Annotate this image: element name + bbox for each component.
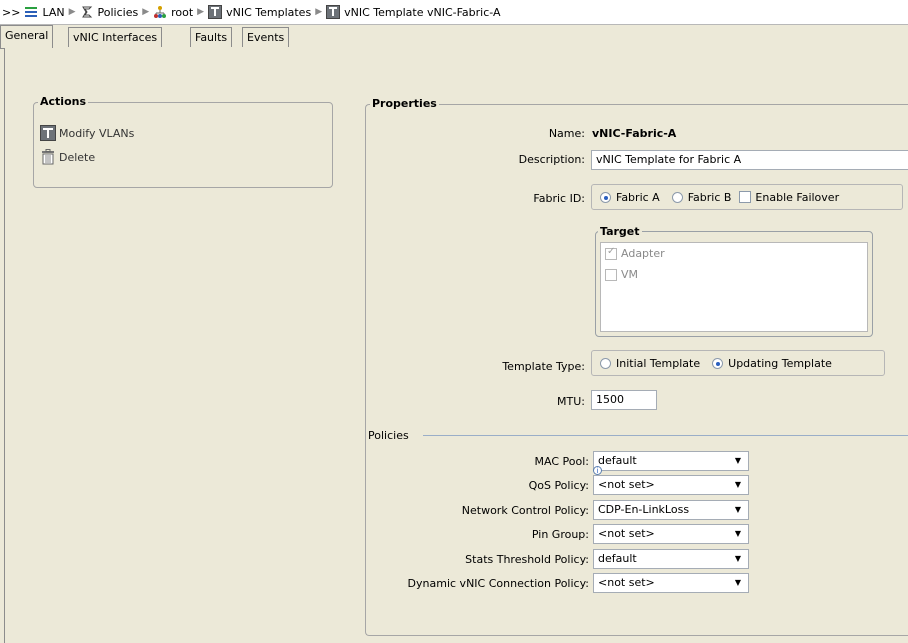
select-value: default — [598, 552, 637, 565]
actions-title: Actions — [38, 95, 88, 108]
tab-bar: General vNIC Interfaces Faults Events — [0, 25, 908, 49]
chevron-down-icon[interactable]: ▼ — [731, 576, 745, 590]
initial-template-radio[interactable] — [600, 357, 611, 369]
initial-template-label[interactable]: Initial Template — [616, 357, 700, 370]
updating-template-label[interactable]: Updating Template — [728, 357, 832, 370]
fabric-a-label[interactable]: Fabric A — [616, 191, 660, 204]
fabric-a-radio[interactable] — [600, 191, 611, 203]
dynamic-vnic-connection-policy-label: Dynamic vNIC Connection Policy: — [407, 577, 589, 590]
fabric-id-group: Fabric A Fabric B Enable Failover — [591, 184, 903, 210]
fabric-b-radio[interactable] — [671, 191, 683, 203]
dynamic-vnic-connection-policy-select[interactable]: <not set> ▼ — [593, 573, 749, 593]
description-input[interactable]: vNIC Template for Fabric A — [591, 150, 908, 170]
target-adapter-label: Adapter — [621, 247, 665, 260]
breadcrumb-item-lan[interactable]: LAN — [24, 5, 65, 19]
template-type-label: Template Type: — [502, 360, 585, 373]
target-vm-row: VM — [597, 268, 638, 281]
breadcrumb-item-vnic-templates[interactable]: vNIC Templates — [208, 5, 311, 19]
breadcrumb-item-current[interactable]: vNIC Template vNIC-Fabric-A — [326, 5, 501, 19]
target-group: Target Adapter VM — [595, 225, 873, 337]
breadcrumb-prefix[interactable]: >> — [2, 6, 20, 19]
breadcrumb-label: root — [171, 5, 194, 19]
chevron-right-icon: ▶ — [142, 7, 150, 17]
network-control-policy-label: Network Control Policy: — [461, 504, 589, 517]
chevron-right-icon: ▶ — [315, 7, 323, 17]
policies-title: Policies — [368, 429, 409, 442]
lan-icon — [25, 7, 38, 17]
chevron-down-icon[interactable]: ▼ — [731, 454, 745, 468]
template-icon — [326, 5, 341, 19]
template-icon — [40, 125, 56, 141]
tab-general[interactable]: General — [0, 25, 54, 48]
general-panel: Actions Modify VLANs Delete Properties N… — [4, 48, 908, 643]
breadcrumb-item-root[interactable]: root — [153, 5, 193, 19]
chevron-down-icon[interactable]: ▼ — [731, 478, 745, 492]
chevron-down-icon[interactable]: ▼ — [731, 503, 745, 517]
fabric-id-label: Fabric ID: — [533, 192, 585, 205]
breadcrumb-label: LAN — [42, 5, 65, 19]
name-label: Name: — [548, 127, 585, 140]
select-value: CDP-En-LinkLoss — [598, 503, 690, 516]
select-value: <not set> — [598, 576, 655, 589]
name-value: vNIC-Fabric-A — [592, 127, 677, 140]
mac-pool-label: MAC Pool: — [534, 455, 589, 468]
fabric-b-label[interactable]: Fabric B — [688, 191, 732, 204]
modify-vlans-action[interactable]: Modify VLANs — [40, 125, 134, 141]
template-type-group: Initial Template Updating Template — [591, 350, 885, 376]
pin-group-label: Pin Group: — [531, 528, 589, 541]
enable-failover-label[interactable]: Enable Failover — [755, 191, 839, 204]
tab-faults[interactable]: Faults — [190, 27, 233, 47]
action-label: Delete — [59, 150, 96, 164]
select-value: <not set> — [598, 527, 655, 540]
trash-icon — [42, 149, 54, 165]
breadcrumb-label: Policies — [97, 5, 139, 19]
delete-action[interactable]: Delete — [40, 149, 95, 165]
qos-policy-label: QoS Policy: — [528, 479, 589, 492]
org-tree-icon — [154, 6, 167, 18]
mtu-input[interactable]: 1500 — [591, 390, 657, 410]
mac-pool-select[interactable]: default ▼ — [593, 451, 749, 471]
updating-template-radio[interactable] — [712, 357, 724, 369]
info-icon[interactable]: i — [593, 466, 602, 475]
policies-divider — [423, 435, 908, 436]
stats-threshold-policy-label: Stats Threshold Policy: — [465, 553, 589, 566]
target-title: Target — [598, 225, 642, 238]
chevron-right-icon: ▶ — [197, 7, 205, 17]
policies-icon — [81, 6, 92, 18]
network-control-policy-select[interactable]: CDP-En-LinkLoss ▼ — [593, 500, 749, 520]
tab-events[interactable]: Events — [242, 27, 290, 47]
action-label: Modify VLANs — [59, 126, 135, 140]
breadcrumb-label: vNIC Template vNIC-Fabric-A — [344, 5, 501, 19]
breadcrumb: >> LAN ▶ Policies ▶ root ▶ vNIC Template… — [0, 0, 908, 25]
breadcrumb-label: vNIC Templates — [226, 5, 312, 19]
target-adapter-checkbox — [605, 246, 617, 260]
pin-group-select[interactable]: <not set> ▼ — [593, 524, 749, 544]
mtu-label: MTU: — [557, 395, 585, 408]
target-vm-label: VM — [621, 268, 639, 281]
tab-vnic-interfaces[interactable]: vNIC Interfaces — [68, 27, 163, 47]
enable-failover-checkbox[interactable] — [739, 191, 752, 203]
target-adapter-row: Adapter — [597, 246, 665, 260]
description-label: Description: — [518, 153, 585, 166]
select-value: default — [598, 454, 637, 467]
breadcrumb-item-policies[interactable]: Policies — [80, 5, 139, 19]
target-vm-checkbox[interactable] — [605, 268, 617, 281]
select-value: <not set> — [598, 478, 655, 491]
qos-policy-select[interactable]: <not set> ▼ — [593, 475, 749, 495]
properties-title: Properties — [370, 97, 439, 110]
template-icon — [208, 5, 223, 19]
chevron-down-icon[interactable]: ▼ — [731, 552, 745, 566]
target-list: Adapter VM — [600, 242, 868, 332]
stats-threshold-policy-select[interactable]: default ▼ — [593, 549, 749, 569]
chevron-down-icon[interactable]: ▼ — [731, 527, 745, 541]
chevron-right-icon: ▶ — [68, 7, 76, 17]
actions-group: Actions Modify VLANs Delete — [33, 95, 333, 188]
